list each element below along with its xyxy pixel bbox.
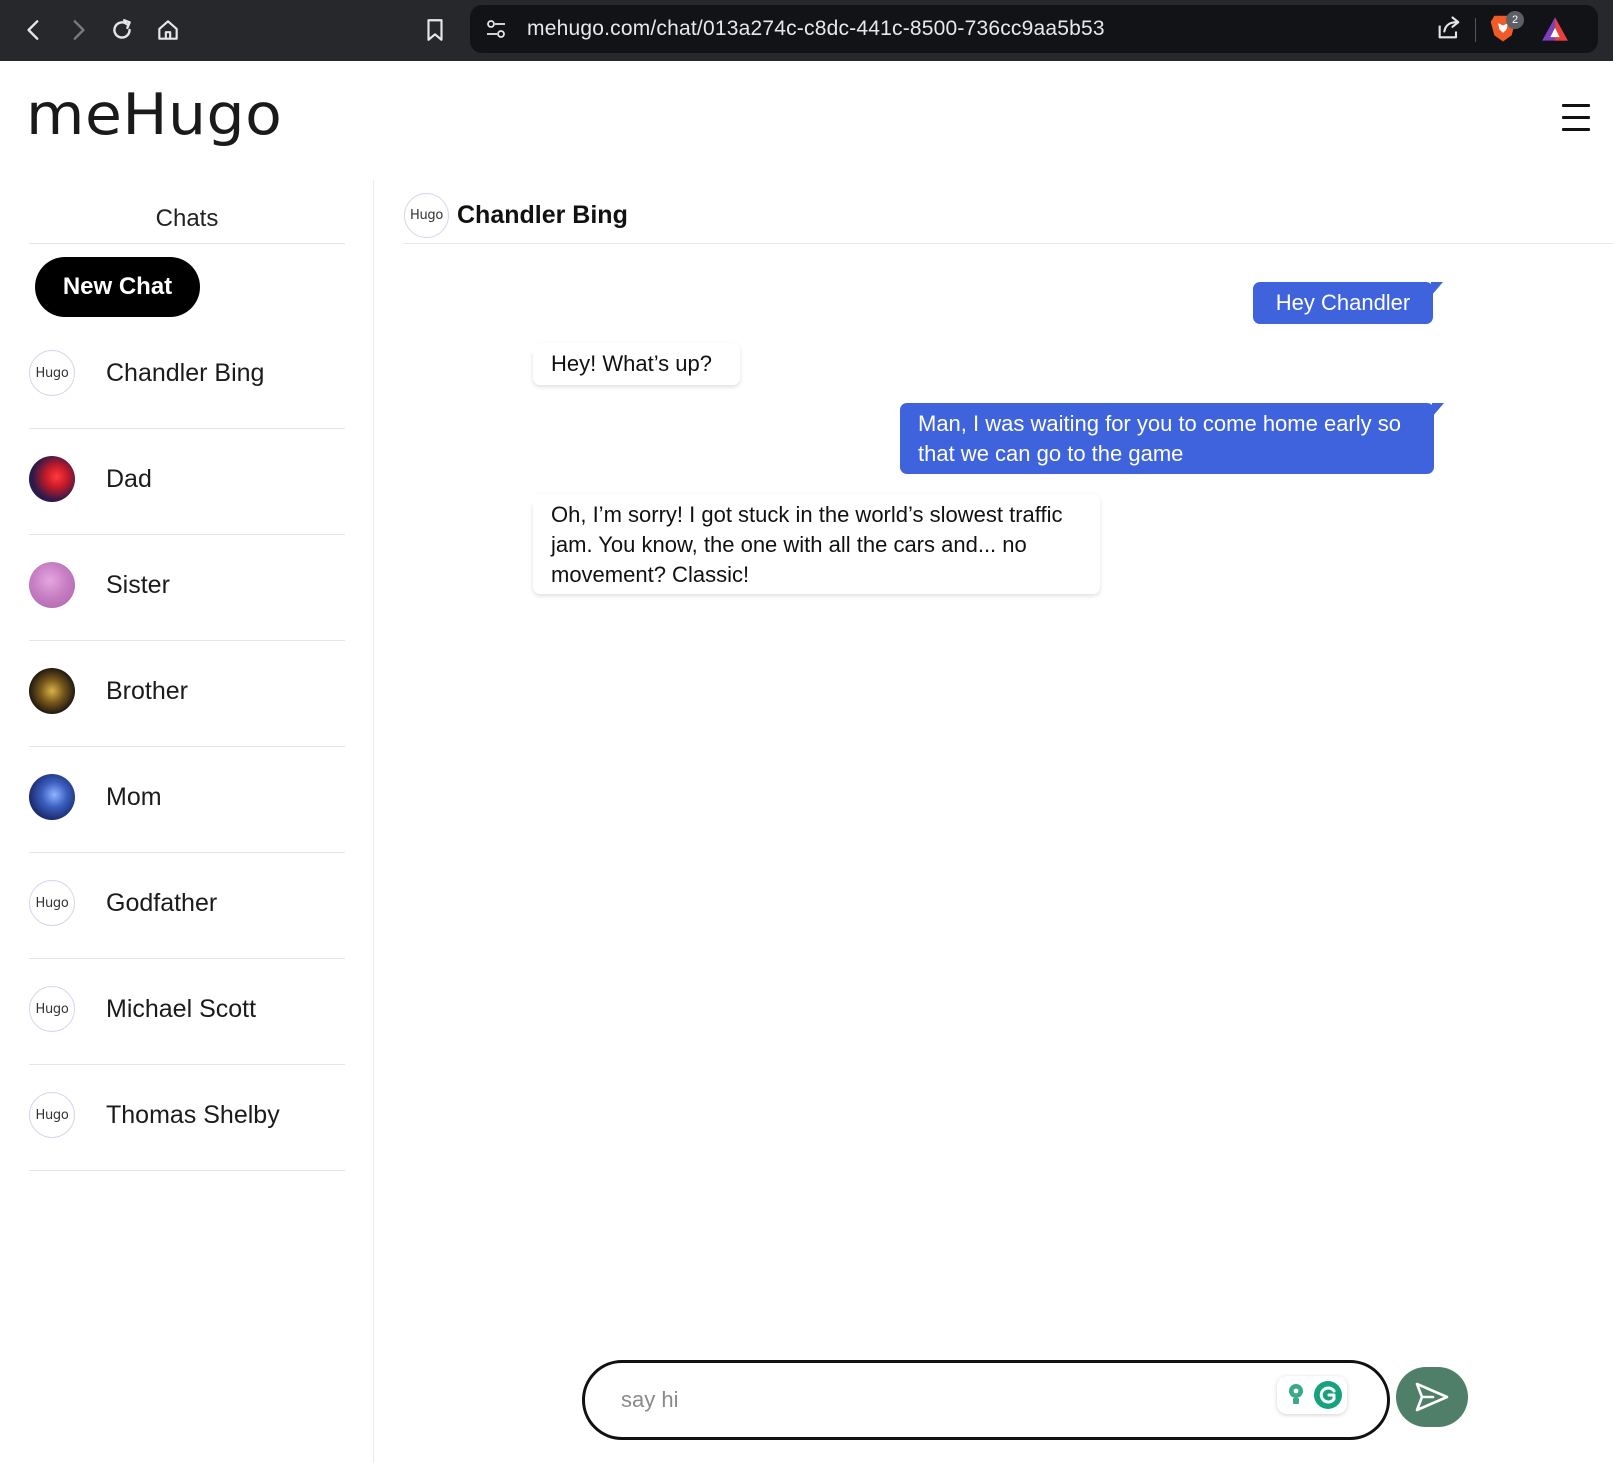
message-composer — [582, 1360, 1390, 1440]
bot-message: Hey! What’s up? — [523, 343, 740, 385]
site-settings-icon[interactable] — [484, 17, 508, 41]
reload-button[interactable] — [106, 14, 138, 46]
url-text[interactable]: mehugo.com/chat/013a274c-c8dc-441c-8500-… — [527, 17, 1105, 41]
chat-list-item[interactable]: Hugo Godfather — [29, 853, 345, 959]
avatar-image — [29, 456, 75, 502]
home-button[interactable] — [152, 14, 184, 46]
hugo-avatar: Hugo — [29, 986, 75, 1032]
sidebar-divider — [29, 243, 345, 244]
chat-item-name: Sister — [106, 571, 170, 599]
avatar-image — [29, 562, 75, 608]
app-logo[interactable]: meHugo — [26, 82, 282, 149]
bookmark-button[interactable] — [419, 14, 451, 46]
address-bar[interactable]: mehugo.com/chat/013a274c-c8dc-441c-8500-… — [470, 5, 1598, 53]
forward-button[interactable] — [62, 14, 94, 46]
hamburger-menu-button[interactable] — [1562, 104, 1590, 131]
chat-list-item[interactable]: Dad — [29, 429, 345, 535]
extension-widget[interactable] — [1277, 1376, 1347, 1414]
avatar-image — [29, 668, 75, 714]
chat-list-item[interactable]: Hugo Thomas Shelby — [29, 1065, 345, 1171]
chat-list-item[interactable]: Hugo Chandler Bing — [29, 323, 345, 429]
chat-item-name: Chandler Bing — [106, 359, 265, 387]
chat-list-item[interactable]: Hugo Michael Scott — [29, 959, 345, 1065]
menu-icon-line — [1562, 128, 1590, 131]
brave-rewards-icon[interactable] — [1541, 16, 1569, 42]
chat-header-divider — [404, 243, 1613, 244]
bookmark-icon — [427, 19, 443, 41]
chat-item-name: Michael Scott — [106, 995, 257, 1023]
chat-list-item[interactable]: Mom — [29, 747, 345, 853]
bot-message: Oh, I’m sorry! I got stuck in the world’… — [523, 494, 1100, 594]
chat-item-name: Godfather — [106, 889, 218, 917]
chat-item-name: Mom — [106, 783, 162, 811]
chat-item-name: Thomas Shelby — [106, 1101, 280, 1129]
share-icon[interactable] — [1435, 14, 1463, 42]
user-message: Hey Chandler — [1253, 282, 1443, 324]
home-icon — [158, 20, 178, 40]
new-chat-button[interactable]: New Chat — [35, 257, 200, 317]
toolbar-separator — [1475, 18, 1476, 42]
back-arrow-icon — [27, 20, 39, 40]
menu-icon-line — [1562, 104, 1590, 107]
chat-item-name: Dad — [106, 465, 152, 493]
chat-list-item[interactable]: Brother — [29, 641, 345, 747]
chat-list-item[interactable]: Sister — [29, 535, 345, 641]
menu-icon-line — [1562, 116, 1590, 119]
hugo-avatar: Hugo — [29, 1092, 75, 1138]
chat-item-name: Brother — [106, 677, 188, 705]
message-input[interactable] — [621, 1383, 1221, 1417]
send-button[interactable] — [1396, 1367, 1468, 1427]
shields-count-badge: 2 — [1506, 11, 1524, 29]
user-message: Man, I was waiting for you to come home … — [900, 403, 1444, 474]
send-icon — [1415, 1382, 1449, 1412]
grammarly-icon[interactable] — [1313, 1380, 1343, 1410]
hugo-avatar: Hugo — [29, 350, 75, 396]
chat-header-name: Chandler Bing — [457, 201, 628, 229]
forward-arrow-icon — [73, 20, 85, 40]
browser-toolbar: mehugo.com/chat/013a274c-c8dc-441c-8500-… — [0, 0, 1613, 61]
back-button[interactable] — [18, 14, 50, 46]
lightbulb-icon[interactable] — [1285, 1382, 1307, 1408]
sidebar-title: Chats — [155, 205, 219, 232]
reload-icon — [113, 19, 131, 39]
avatar-image — [29, 774, 75, 820]
chat-header-avatar: Hugo — [404, 193, 449, 238]
hugo-avatar: Hugo — [29, 880, 75, 926]
